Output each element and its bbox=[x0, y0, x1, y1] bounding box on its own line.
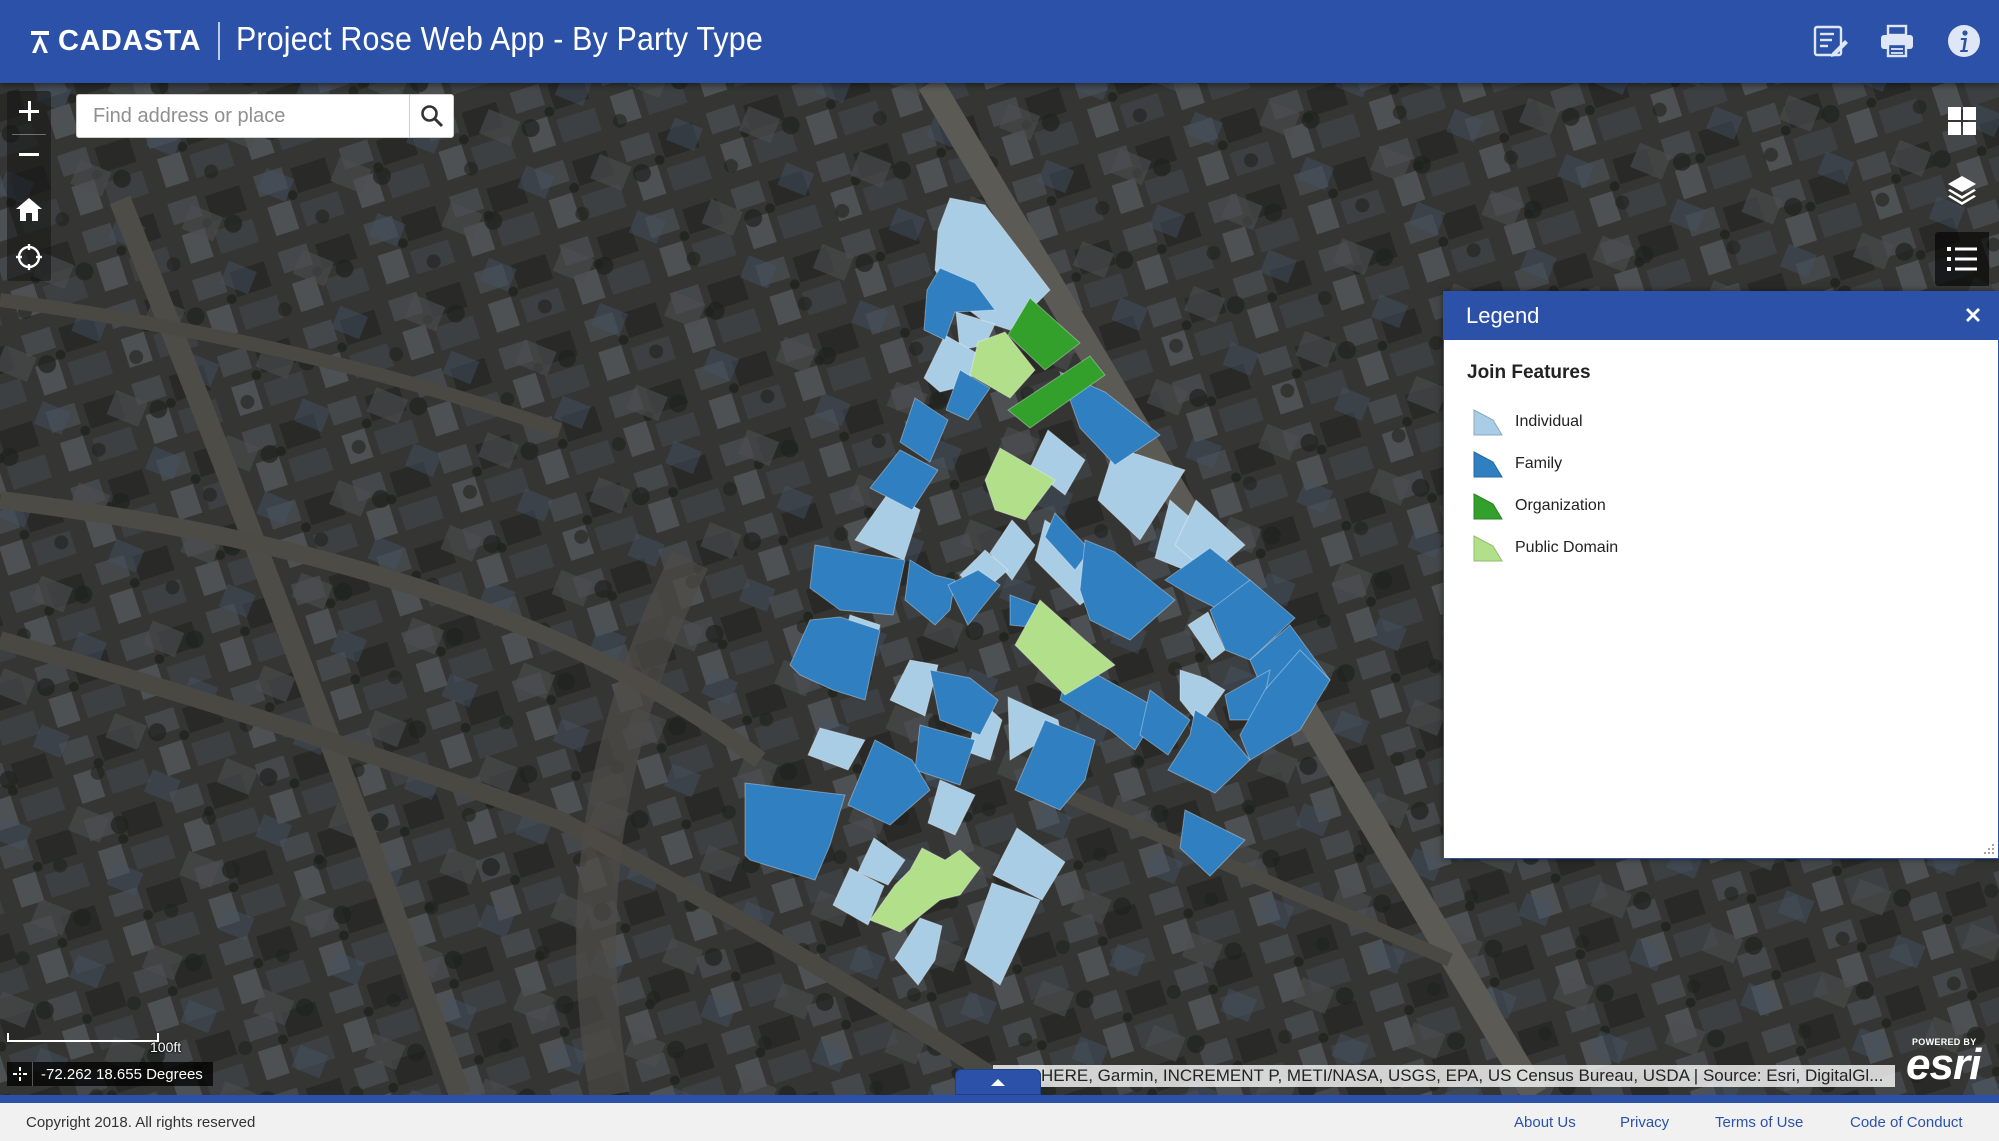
coordinate-display: -72.262 18.655 Degrees bbox=[7, 1062, 213, 1086]
search-icon bbox=[420, 105, 443, 128]
minus-icon bbox=[19, 153, 39, 156]
cadasta-mark-icon bbox=[31, 30, 49, 53]
page-title: Project Rose Web App - By Party Type bbox=[236, 20, 763, 57]
close-icon bbox=[1966, 308, 1980, 322]
legend-close-button[interactable] bbox=[1958, 300, 1988, 330]
search-button[interactable] bbox=[409, 94, 454, 138]
legend-swatch-organization bbox=[1473, 493, 1503, 520]
legend-item: Public Domain bbox=[1473, 533, 1618, 563]
legend-swatch-individual bbox=[1473, 409, 1503, 436]
coordinate-toggle-button[interactable] bbox=[7, 1062, 33, 1086]
zoom-in-button[interactable] bbox=[9, 92, 49, 130]
chevron-up-icon bbox=[991, 1079, 1005, 1086]
plus-icon bbox=[19, 101, 39, 121]
locate-icon bbox=[16, 244, 42, 270]
crosshair-icon bbox=[12, 1067, 27, 1081]
edit-icon bbox=[1813, 25, 1848, 57]
footer-divider bbox=[0, 1095, 1999, 1103]
footer-link-terms[interactable]: Terms of Use bbox=[1715, 1114, 1803, 1131]
copyright-text: Copyright 2018. All rights reserved bbox=[26, 1114, 256, 1131]
legend-item: Individual bbox=[1473, 407, 1583, 437]
legend-title: Legend bbox=[1466, 303, 1540, 328]
home-icon bbox=[16, 198, 42, 221]
legend-header: Legend bbox=[1444, 292, 1998, 340]
zoom-out-button[interactable] bbox=[9, 135, 49, 173]
footer-link-privacy[interactable]: Privacy bbox=[1620, 1114, 1669, 1131]
scale-bar-label: 100ft bbox=[150, 1039, 182, 1055]
search-input[interactable] bbox=[76, 94, 410, 138]
legend-item-label: Organization bbox=[1515, 497, 1606, 514]
legend-list-icon bbox=[1947, 247, 1977, 271]
locate-button[interactable] bbox=[9, 238, 49, 276]
legend-item: Organization bbox=[1473, 491, 1606, 521]
footer-link-code-of-conduct[interactable]: Code of Conduct bbox=[1850, 1114, 1963, 1131]
print-button[interactable] bbox=[1874, 18, 1920, 64]
coordinate-text: -72.262 18.655 Degrees bbox=[41, 1065, 203, 1083]
info-button[interactable] bbox=[1941, 18, 1987, 64]
legend-swatch-public-domain bbox=[1473, 535, 1503, 562]
legend-button[interactable] bbox=[1935, 232, 1989, 286]
footer-link-about-us[interactable]: About Us bbox=[1514, 1114, 1576, 1131]
logo-text: CADASTA bbox=[58, 25, 202, 57]
legend-item: Family bbox=[1473, 449, 1562, 479]
app-footer: Copyright 2018. All rights reserved Abou… bbox=[0, 1103, 1999, 1141]
basemap-gallery-button[interactable] bbox=[1935, 94, 1989, 148]
info-icon bbox=[1948, 25, 1980, 57]
cadasta-logo: CADASTA bbox=[30, 25, 201, 58]
esri-wordmark: esri bbox=[1906, 1040, 1981, 1089]
esri-logo: POWERED BY esri bbox=[1906, 1037, 1992, 1089]
layers-icon bbox=[1948, 176, 1976, 205]
print-icon bbox=[1881, 24, 1913, 58]
map-attribution: HERE, Garmin, INCREMENT P, METI/NASA, US… bbox=[993, 1065, 1895, 1087]
legend-layer-name: Join Features bbox=[1467, 362, 1591, 383]
legend-panel: Legend Join Features Individual Family O… bbox=[1443, 291, 1999, 859]
widget-panel-toggle[interactable] bbox=[955, 1069, 1041, 1095]
legend-item-label: Public Domain bbox=[1515, 539, 1619, 556]
edit-button[interactable] bbox=[1807, 18, 1853, 64]
legend-item-label: Family bbox=[1515, 455, 1563, 472]
legend-swatch-family bbox=[1473, 451, 1503, 478]
resize-handle-icon[interactable] bbox=[1983, 843, 1995, 855]
layers-button[interactable] bbox=[1935, 163, 1989, 217]
legend-item-label: Individual bbox=[1515, 413, 1583, 430]
app-header: CADASTA Project Rose Web App - By Party … bbox=[0, 0, 1999, 83]
header-divider bbox=[218, 22, 220, 60]
basemap-gallery-icon bbox=[1948, 107, 1976, 135]
home-button[interactable] bbox=[9, 190, 49, 228]
scale-bar bbox=[7, 1033, 159, 1042]
